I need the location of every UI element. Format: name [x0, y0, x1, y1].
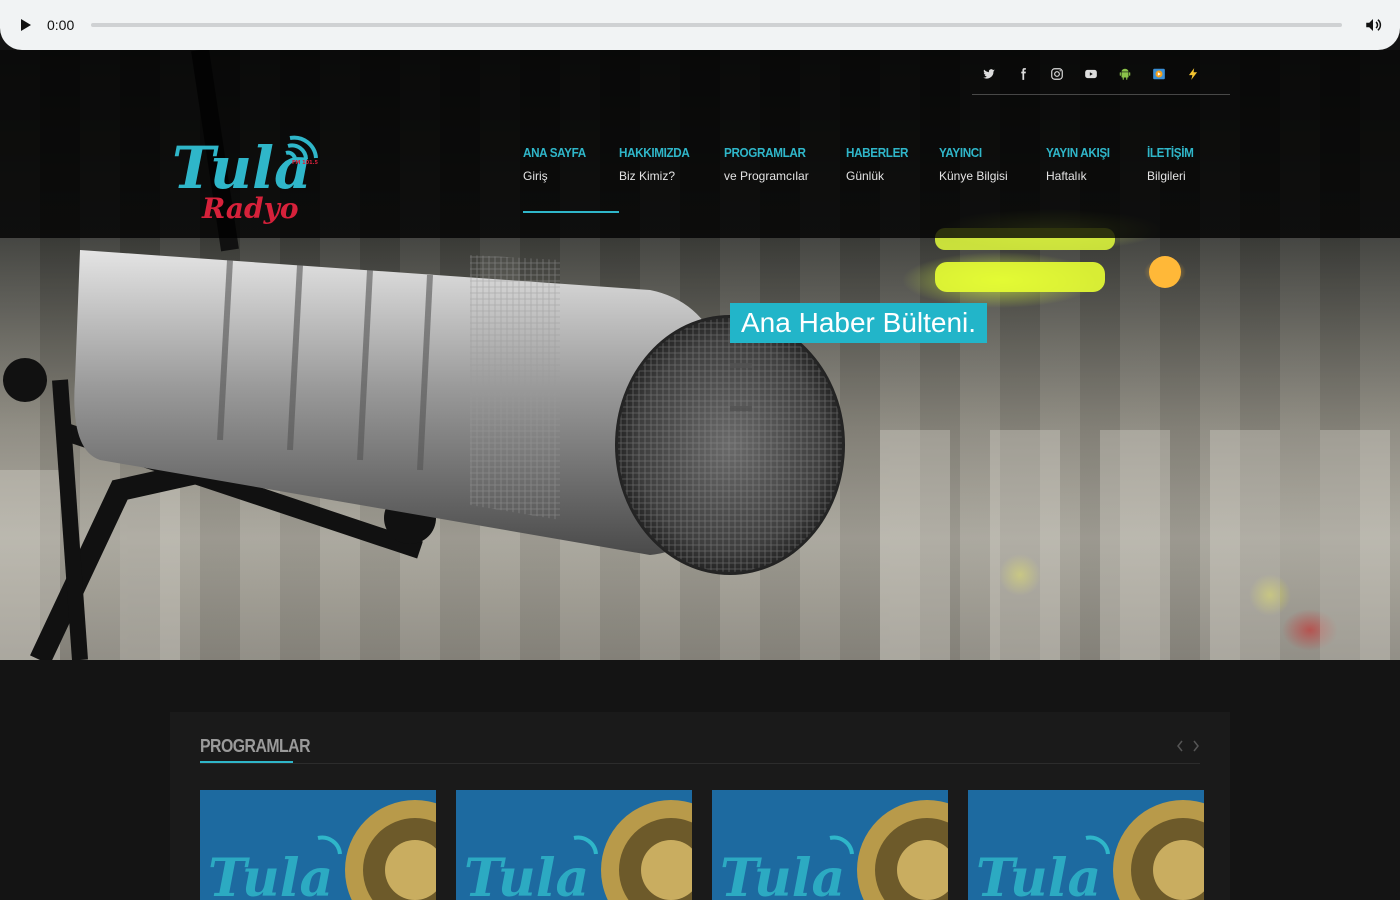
media-player-icon[interactable]: [1150, 65, 1168, 83]
nav-title: İLETİŞİM: [1147, 145, 1194, 160]
nav-item-programlar[interactable]: PROGRAMLAR ve Programcılar: [724, 140, 846, 213]
audio-progress-bar[interactable]: [91, 23, 1342, 27]
program-card-image: Tula: [200, 790, 436, 900]
nav-title: YAYINCI: [939, 145, 982, 160]
section-divider: [200, 763, 1200, 764]
slider-indicators: [730, 363, 752, 449]
nav-subtitle: Bilgileri: [1147, 169, 1186, 183]
logo-sub-text: Radyo: [201, 192, 299, 225]
carousel-arrows: [1176, 739, 1202, 753]
play-icon[interactable]: [18, 17, 34, 33]
svg-text:Tula: Tula: [976, 848, 1101, 900]
nav-title: HABERLER: [846, 145, 909, 160]
program-card[interactable]: Tula: [200, 790, 436, 900]
nav-title: YAYIN AKIŞI: [1046, 145, 1110, 160]
android-icon[interactable]: [1116, 65, 1134, 83]
program-card[interactable]: Tula: [456, 790, 692, 900]
svg-text:Tula: Tula: [720, 848, 845, 900]
audio-time: 0:00: [47, 17, 75, 33]
svg-text:Tula: Tula: [464, 848, 589, 900]
nav-title: PROGRAMLAR: [724, 145, 806, 160]
nav-subtitle: ve Programcılar: [724, 169, 809, 183]
program-card-image: Tula: [456, 790, 692, 900]
nav-item-yayinci[interactable]: YAYINCI Künye Bilgisi: [939, 140, 1046, 213]
section-title-underline: [200, 761, 293, 763]
logo-fm-text: FM 101.5: [292, 160, 318, 166]
section-title: PROGRAMLAR: [200, 736, 311, 756]
nav-subtitle: Haftalık: [1046, 169, 1087, 183]
nav-title: ANA SAYFA: [523, 145, 586, 160]
hero-banner: Tula Radyo FM 101.5 ANA SAYFA Giriş HAKK…: [0, 50, 1400, 660]
site-logo[interactable]: Tula Radyo FM 101.5: [168, 120, 328, 228]
nav-subtitle: Biz Kimiz?: [619, 169, 676, 183]
nav-item-iletisim[interactable]: İLETİŞİM Bilgileri: [1147, 140, 1207, 213]
audio-player: 0:00: [0, 0, 1400, 50]
nav-subtitle: Künye Bilgisi: [939, 169, 1008, 183]
instagram-icon[interactable]: [1048, 65, 1066, 83]
program-card-image: Tula: [712, 790, 948, 900]
nav-subtitle: Günlük: [846, 169, 885, 183]
youtube-icon[interactable]: [1082, 65, 1100, 83]
programs-section: PROGRAMLAR Tula Tula Tula Tula: [170, 712, 1230, 900]
facebook-icon[interactable]: [1014, 65, 1032, 83]
nav-title: HAKKIMIZDA: [619, 145, 690, 160]
social-links: [972, 54, 1230, 95]
nav-item-haberler[interactable]: HABERLER Günlük: [846, 140, 939, 213]
program-card[interactable]: Tula: [968, 790, 1204, 900]
nav-subtitle: Giriş: [523, 169, 548, 183]
program-cards: Tula Tula Tula Tula: [200, 790, 1204, 900]
twitter-icon[interactable]: [980, 65, 998, 83]
slider-dot[interactable]: [730, 406, 752, 411]
svg-text:Tula: Tula: [208, 848, 333, 900]
nav-item-yayin-akisi[interactable]: YAYIN AKIŞI Haftalık: [1046, 140, 1147, 213]
chevron-right-icon[interactable]: [1192, 739, 1202, 753]
chevron-left-icon[interactable]: [1176, 739, 1186, 753]
program-card-image: Tula: [968, 790, 1204, 900]
slider-dot[interactable]: [730, 363, 752, 368]
hero-headline[interactable]: Ana Haber Bülteni.: [730, 303, 988, 343]
nav-item-hakkimizda[interactable]: HAKKIMIZDA Biz Kimiz?: [619, 140, 724, 213]
volume-icon[interactable]: [1364, 16, 1382, 34]
program-card[interactable]: Tula: [712, 790, 948, 900]
winamp-icon[interactable]: [1184, 65, 1202, 83]
site-header: Tula Radyo FM 101.5 ANA SAYFA Giriş HAKK…: [0, 50, 1400, 238]
main-nav: ANA SAYFA Giriş HAKKIMIZDA Biz Kimiz? PR…: [523, 140, 1207, 213]
nav-item-ana-sayfa[interactable]: ANA SAYFA Giriş: [523, 140, 619, 213]
